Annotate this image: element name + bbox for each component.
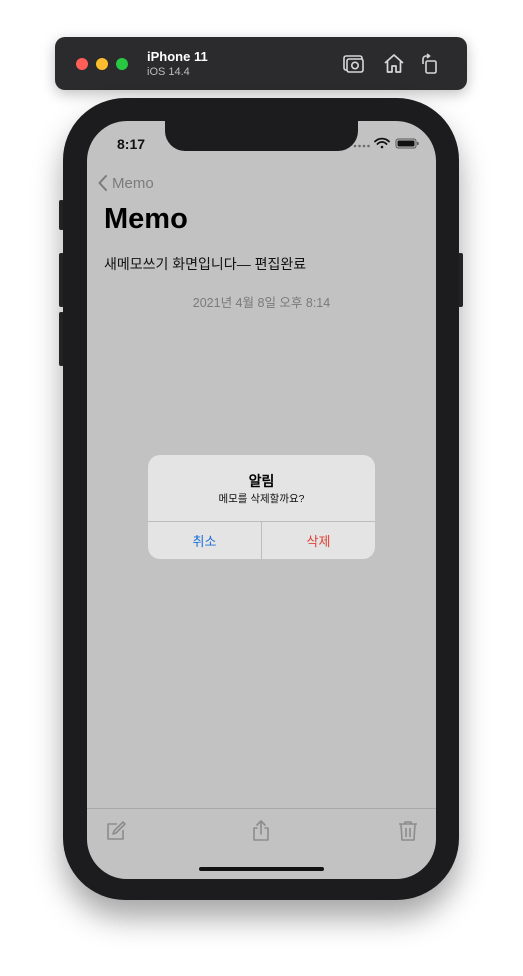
device-name: iPhone 11 [147, 49, 208, 64]
delete-button[interactable]: 삭제 [262, 522, 375, 559]
home-indicator[interactable] [199, 867, 324, 871]
wifi-icon [374, 137, 390, 149]
cancel-button[interactable]: 취소 [148, 522, 261, 559]
memo-content: 새메모쓰기 화면입니다— 편집완료 [104, 256, 307, 272]
rotate-button[interactable] [418, 52, 442, 76]
notch [165, 121, 358, 151]
toolbar-divider [87, 808, 436, 809]
compose-button[interactable] [104, 819, 128, 843]
share-icon [253, 820, 269, 841]
minimize-window-button[interactable] [96, 58, 108, 70]
alert-title: 알림 [248, 473, 275, 489]
page-title: Memo [104, 203, 188, 235]
screenshot-icon [343, 55, 364, 73]
signal-icon [353, 144, 370, 148]
back-button-label: Memo [112, 174, 154, 192]
os-version: iOS 14.4 [147, 66, 190, 78]
share-button[interactable] [249, 819, 273, 843]
rotate-icon [422, 53, 437, 74]
delete-memo-button[interactable] [396, 819, 420, 843]
home-icon [384, 54, 404, 73]
memo-date: 2021년 4월 8일 오후 8:14 [192, 296, 331, 310]
alert-message: 메모를 삭제할까요? [218, 493, 305, 505]
phone-screen: 8:17 Memo Memo 새메모쓰기 화면입니다— 편집완료 2021년 4… [87, 121, 436, 879]
status-time: 8:17 [117, 136, 146, 152]
simulator-title-bar: iPhone 11 iOS 14.4 [55, 37, 467, 90]
zoom-window-button[interactable] [116, 58, 128, 70]
trash-icon [399, 821, 417, 841]
close-window-button[interactable] [76, 58, 88, 70]
home-button[interactable] [382, 52, 406, 76]
back-button[interactable]: Memo [97, 173, 154, 193]
chevron-left-icon [98, 175, 107, 191]
battery-icon [395, 138, 419, 149]
screenshot-button[interactable] [342, 52, 366, 76]
delete-alert-dialog: 알림 메모를 삭제할까요? 취소 삭제 [148, 455, 375, 559]
status-indicators [353, 137, 419, 149]
compose-icon [107, 821, 126, 840]
